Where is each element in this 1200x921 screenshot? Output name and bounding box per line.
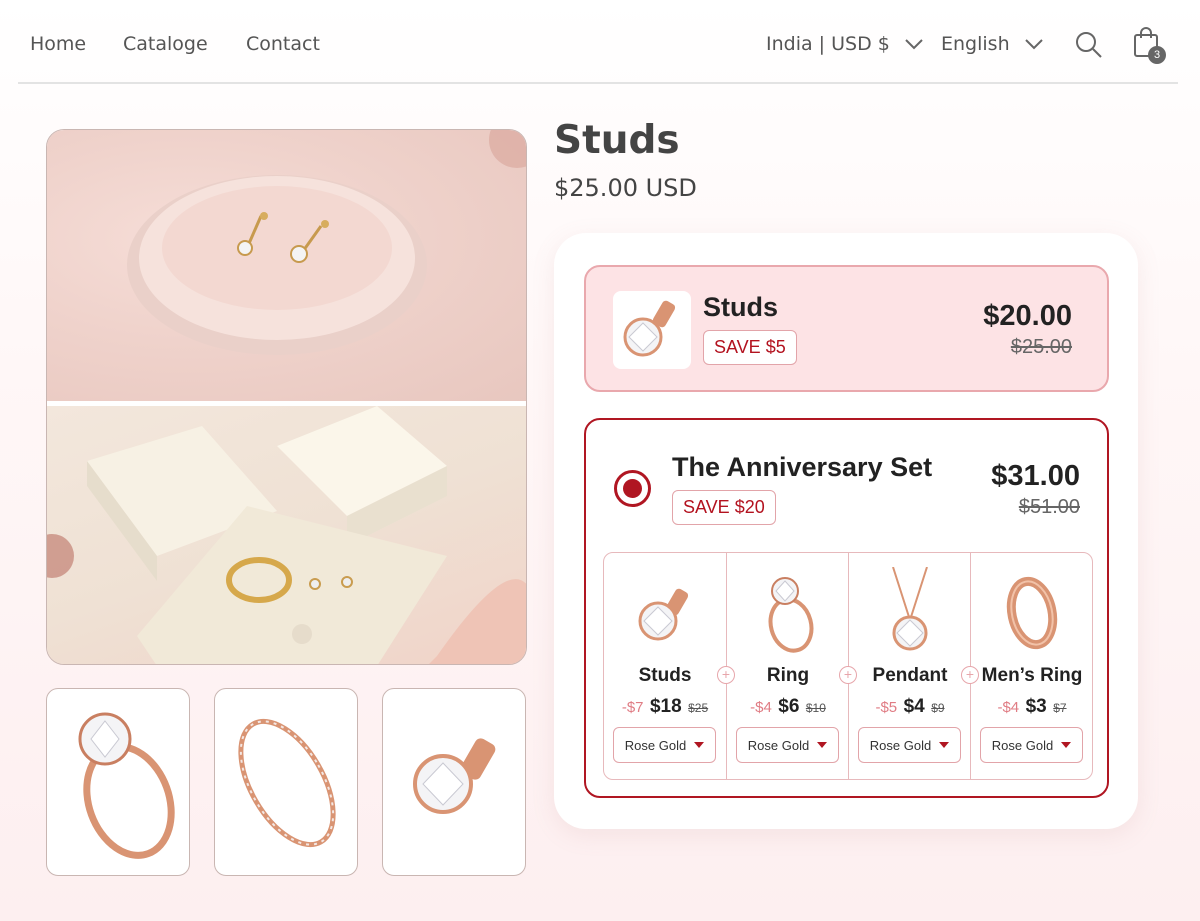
- search-button[interactable]: [1074, 30, 1104, 60]
- item-compare-price: $10: [805, 701, 826, 715]
- item-discount: -$4: [997, 699, 1020, 716]
- thumbnail-band[interactable]: [214, 688, 358, 876]
- item-compare-price: $25: [688, 701, 709, 715]
- item-price-row: -$4 $3 $7: [971, 696, 1093, 718]
- item-discount: -$7: [621, 699, 644, 716]
- region-currency-selector[interactable]: India | USD $: [766, 33, 924, 55]
- item-price: $18: [649, 696, 682, 717]
- item-price: $4: [903, 696, 925, 717]
- bundle-item-ring: Ring -$4 $6 $10 Rose Gold: [727, 553, 849, 779]
- thumbnail-ring[interactable]: [46, 688, 190, 876]
- cart-count-badge: 3: [1148, 46, 1166, 64]
- offer-anniversary-set[interactable]: The Anniversary Set SAVE $20 $31.00 $51.…: [584, 418, 1109, 798]
- chevron-down-icon: [905, 39, 923, 50]
- product-price: $25.00 USD: [554, 174, 697, 202]
- top-navigation: Home Cataloge Contact India | USD $ Engl…: [18, 0, 1178, 84]
- caret-down-icon: [817, 742, 828, 748]
- variant-label: Rose Gold: [991, 737, 1054, 753]
- variant-select[interactable]: Rose Gold: [980, 727, 1083, 763]
- item-compare-price: $9: [931, 701, 945, 715]
- item-price-row: -$7 $18 $25: [604, 696, 726, 718]
- chevron-down-icon: [1024, 39, 1043, 50]
- bundle-items-grid: Studs -$7 $18 $25 Rose Gold + Ring -$4 $…: [603, 552, 1093, 780]
- offer-thumbnail: [613, 291, 691, 369]
- item-name: Studs: [638, 665, 692, 686]
- nav-home-link[interactable]: Home: [30, 33, 86, 55]
- cart-button[interactable]: 3: [1132, 26, 1168, 66]
- variant-select[interactable]: Rose Gold: [736, 727, 839, 763]
- item-price: $3: [1025, 696, 1047, 717]
- bundle-item-mens-ring: Men’s Ring -$4 $3 $7 Rose Gold: [971, 553, 1093, 779]
- item-compare-price: $7: [1053, 701, 1067, 715]
- product-title: Studs: [554, 118, 680, 163]
- stud-earring-image: [413, 738, 496, 814]
- variant-label: Rose Gold: [747, 737, 810, 753]
- earrings-dish-photo: [47, 130, 526, 402]
- offer-radio-selected[interactable]: [614, 470, 651, 507]
- item-price-row: -$5 $4 $9: [849, 696, 971, 718]
- eternity-band-image: [238, 718, 336, 848]
- save-badge: SAVE $20: [672, 490, 776, 525]
- item-name: Pendant: [872, 665, 948, 686]
- caret-down-icon: [939, 742, 950, 748]
- nav-catalog-link[interactable]: Cataloge: [123, 33, 208, 55]
- offer-price: $31.00: [991, 460, 1080, 492]
- offer-name: Studs: [703, 292, 779, 322]
- nav-contact-link[interactable]: Contact: [246, 33, 320, 55]
- caret-down-icon: [1061, 742, 1072, 748]
- item-discount: -$4: [750, 699, 772, 716]
- variant-select[interactable]: Rose Gold: [858, 727, 961, 763]
- stud-earring-image: [638, 588, 689, 641]
- offer-compare-price: $51.00: [1018, 496, 1080, 518]
- gift-box-photo: [47, 406, 526, 664]
- mens-band-ring-image: [1006, 576, 1058, 650]
- save-badge: SAVE $5: [703, 330, 797, 365]
- item-name: Men’s Ring: [981, 665, 1083, 686]
- offer-price: $20.00: [983, 300, 1072, 332]
- variant-select[interactable]: Rose Gold: [613, 727, 716, 763]
- variant-label: Rose Gold: [624, 737, 687, 753]
- stud-earring-image: [623, 300, 676, 357]
- language-selector[interactable]: English: [941, 33, 1044, 55]
- region-currency-label: India | USD $: [766, 33, 890, 55]
- solitaire-ring-image: [768, 577, 814, 653]
- item-price-row: -$4 $6 $10: [727, 696, 849, 718]
- solitaire-ring-image: [78, 712, 175, 859]
- variant-label: Rose Gold: [869, 737, 932, 753]
- item-price: $6: [778, 696, 800, 717]
- thumbnail-stud[interactable]: [382, 688, 526, 876]
- pendant-necklace-image: [892, 567, 928, 651]
- bundle-item-pendant: Pendant -$5 $4 $9 Rose Gold: [849, 553, 971, 779]
- item-name: Ring: [766, 665, 810, 686]
- search-icon: [1076, 32, 1102, 58]
- bundle-item-studs: Studs -$7 $18 $25 Rose Gold: [604, 553, 726, 779]
- offer-name: The Anniversary Set: [672, 452, 933, 482]
- caret-down-icon: [694, 742, 705, 748]
- offer-compare-price: $25.00: [1010, 336, 1072, 358]
- offer-single-studs[interactable]: Studs SAVE $5 $20.00 $25.00: [584, 265, 1109, 392]
- product-main-image[interactable]: [46, 129, 527, 665]
- item-discount: -$5: [875, 699, 898, 716]
- language-label: English: [941, 33, 1010, 55]
